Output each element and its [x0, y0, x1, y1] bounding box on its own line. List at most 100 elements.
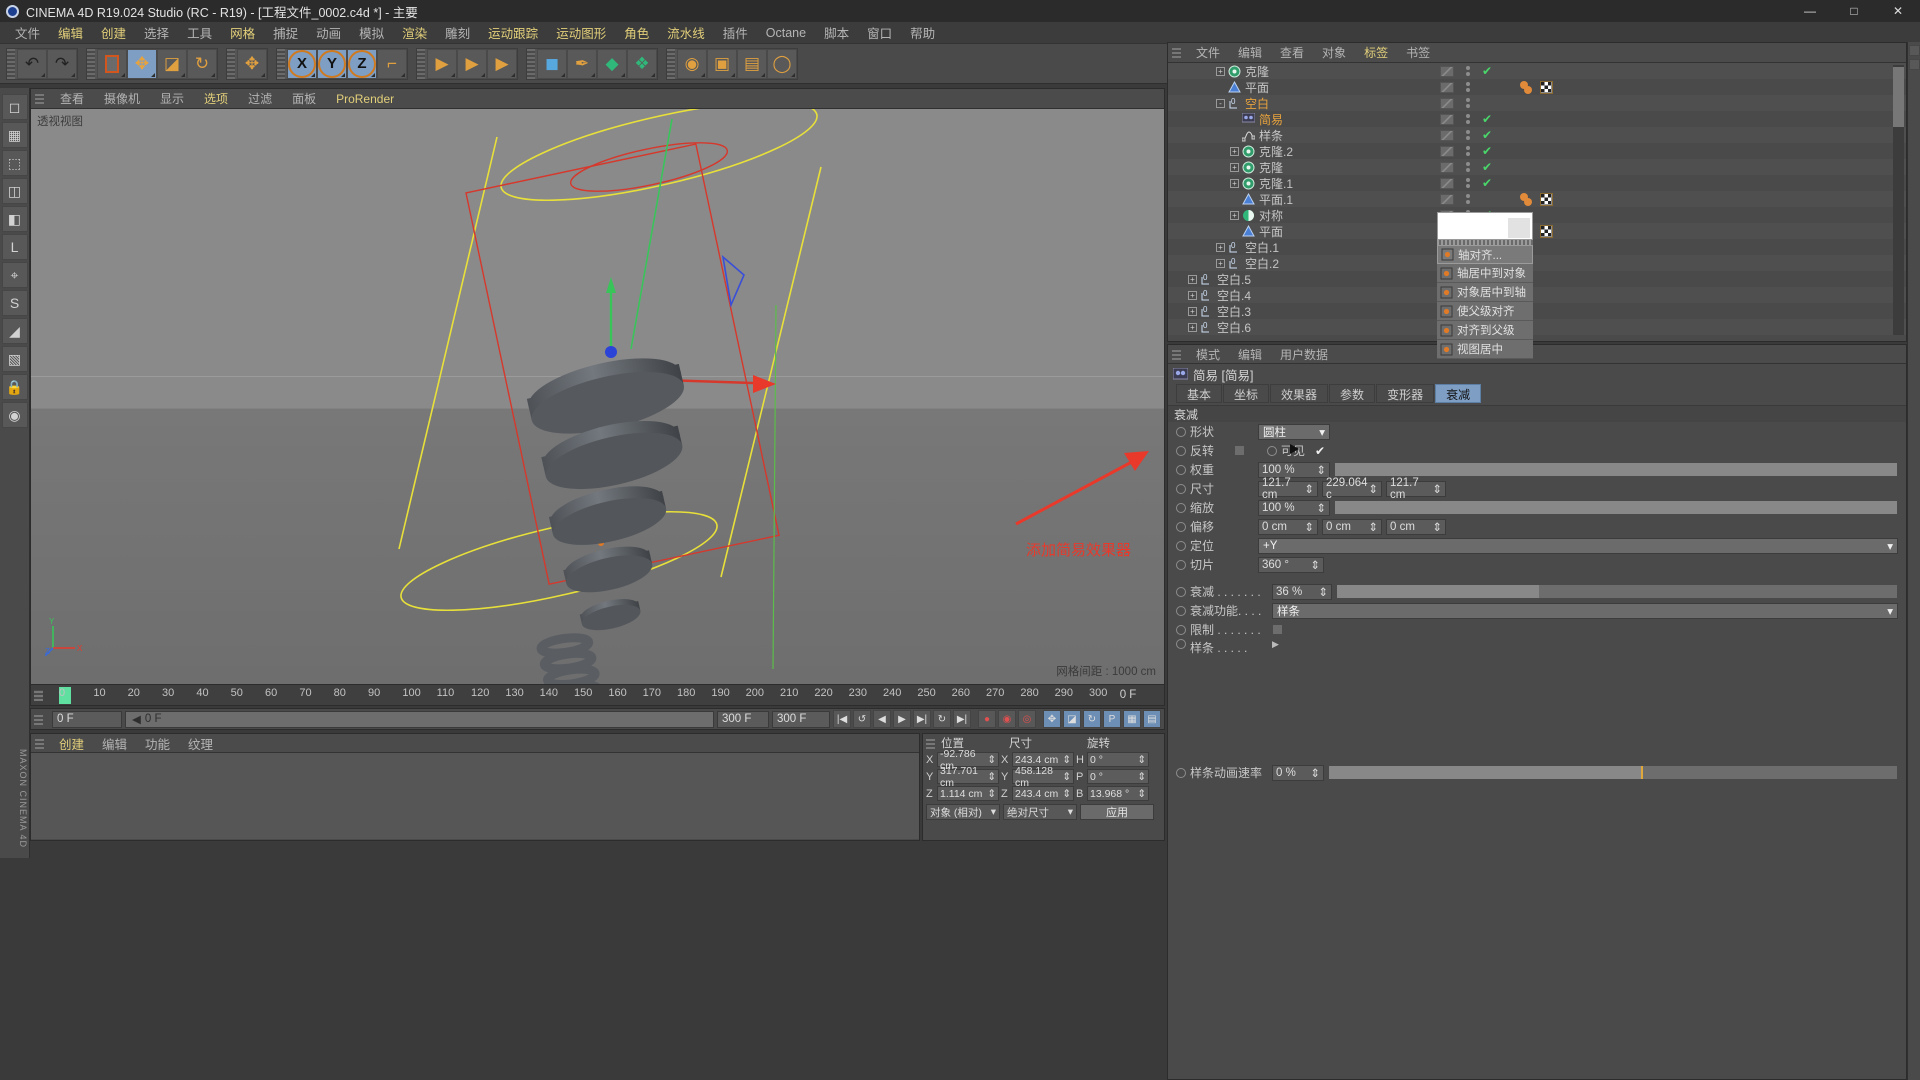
model-mode-icon[interactable]: ◻: [1, 94, 28, 120]
object-row[interactable]: +0 空白.3: [1168, 303, 1906, 319]
object-row[interactable]: + 克隆.2 ✔: [1168, 143, 1906, 159]
viewport-menu-2[interactable]: 显示: [150, 89, 194, 108]
expand-toggle-icon[interactable]: +: [1230, 210, 1239, 220]
attribute-tab-0[interactable]: 基本: [1176, 384, 1223, 403]
rotation-h-field[interactable]: 0 ° ⇕: [1087, 752, 1149, 767]
flyout-corner-icon[interactable]: [701, 72, 705, 77]
object-row[interactable]: 平面.1: [1168, 191, 1906, 207]
context-item-axis-align[interactable]: 轴对齐...: [1437, 245, 1533, 264]
flyout-corner-icon[interactable]: [561, 72, 565, 77]
viewport-solo-icon[interactable]: ▧: [1, 346, 28, 372]
object-manager-grip[interactable]: [1172, 47, 1181, 58]
x-axis-icon[interactable]: X: [287, 48, 317, 79]
z-axis-icon[interactable]: Z: [347, 48, 377, 79]
expand-toggle-icon[interactable]: +: [1230, 162, 1239, 172]
viewport-menu-6[interactable]: ProRender: [326, 91, 404, 107]
context-item-view-center[interactable]: 视图居中: [1437, 340, 1533, 359]
menu-item-14[interactable]: 流水线: [658, 21, 714, 44]
flyout-corner-icon[interactable]: [511, 72, 515, 77]
stepper-icon[interactable]: ⇕: [1368, 520, 1378, 534]
size-radio[interactable]: [1176, 483, 1186, 494]
object-layer-swatch[interactable]: [1440, 97, 1454, 109]
object-row[interactable]: +对称✔: [1168, 207, 1906, 223]
undo-icon[interactable]: ↶: [17, 48, 47, 79]
object-tags[interactable]: [1520, 80, 1553, 94]
flyout-corner-icon[interactable]: [121, 72, 125, 77]
weight-slider[interactable]: [1334, 462, 1898, 477]
timeline-ticks[interactable]: 0 10 20 30 40 50 60 70 80 90 100 110 120 130 140 150 160…: [49, 685, 1107, 705]
pla-key-icon[interactable]: ▦: [1123, 710, 1141, 728]
expand-toggle-icon[interactable]: +: [1188, 322, 1197, 332]
expand-toggle-icon[interactable]: +: [1230, 146, 1239, 156]
orientation-dropdown[interactable]: +Y ▾: [1258, 537, 1898, 554]
layer-manager-icon[interactable]: [1908, 45, 1920, 56]
object-row[interactable]: 简易 ✔: [1168, 111, 1906, 127]
close-button[interactable]: ✕: [1876, 0, 1920, 22]
flyout-corner-icon[interactable]: [371, 72, 375, 77]
expand-arrow-icon[interactable]: ▶: [1272, 639, 1279, 650]
flyout-corner-icon[interactable]: [261, 72, 265, 77]
visibility-icon[interactable]: ◉: [1, 402, 28, 428]
menu-item-8[interactable]: 模拟: [350, 21, 393, 44]
menu-item-4[interactable]: 工具: [178, 21, 221, 44]
object-layer-swatch[interactable]: [1440, 193, 1454, 205]
key-selection-icon[interactable]: ◎: [1018, 710, 1036, 728]
scale-key-icon[interactable]: ◪: [1063, 710, 1081, 728]
flyout-corner-icon[interactable]: [451, 72, 455, 77]
shape-dropdown[interactable]: 圆柱 ▾: [1258, 423, 1330, 440]
menu-item-16[interactable]: Octane: [757, 24, 815, 42]
size-y-field[interactable]: 229.064 c ⇕: [1322, 477, 1382, 501]
menu-item-0[interactable]: 文件: [6, 21, 49, 44]
object-row[interactable]: + 克隆 ✔: [1168, 159, 1906, 175]
enable-check-icon[interactable]: ✔: [1482, 176, 1492, 190]
stepper-icon[interactable]: ⇕: [1316, 501, 1326, 515]
size-mode-dropdown[interactable]: 绝对尺寸 ▾: [1003, 804, 1077, 820]
material-menu-0[interactable]: 创建: [50, 732, 93, 755]
stepper-icon[interactable]: ⇕: [1310, 558, 1320, 572]
flyout-corner-icon[interactable]: [71, 72, 75, 77]
toolbar-grip[interactable]: [667, 48, 675, 79]
flyout-corner-icon[interactable]: [211, 72, 215, 77]
scale-field[interactable]: 100 % ⇕: [1258, 499, 1330, 516]
flyout-corner-icon[interactable]: [761, 72, 765, 77]
context-item-align-to-parent[interactable]: 对齐到父级: [1437, 321, 1533, 340]
context-item-object-center-to-axis[interactable]: 对象居中到轴: [1437, 283, 1533, 302]
menu-item-9[interactable]: 渲染: [393, 21, 436, 44]
toolbar-grip[interactable]: [227, 48, 235, 79]
attribute-tab-3[interactable]: 参数: [1329, 384, 1376, 403]
visibility-dots[interactable]: [1463, 81, 1473, 94]
points-mode-icon[interactable]: ⬚: [1, 150, 28, 176]
menu-item-7[interactable]: 动画: [307, 21, 350, 44]
object-menu-1[interactable]: 编辑: [1229, 43, 1271, 62]
attribute-manager-grip[interactable]: [1172, 348, 1181, 360]
menu-item-12[interactable]: 运动图形: [547, 21, 615, 44]
flyout-corner-icon[interactable]: [791, 72, 795, 77]
maximize-button[interactable]: □: [1832, 0, 1876, 22]
object-menu-2[interactable]: 查看: [1271, 43, 1313, 62]
live-selection-icon[interactable]: [97, 48, 127, 79]
coordinate-manager-grip[interactable]: [926, 737, 935, 749]
viewport-menu-3[interactable]: 选项: [194, 89, 238, 108]
step-forward-icon[interactable]: ▶|: [913, 710, 931, 728]
structure-manager-icon[interactable]: [1908, 59, 1920, 70]
falloff-field[interactable]: 36 % ⇕: [1272, 583, 1332, 600]
menu-item-1[interactable]: 编辑: [49, 21, 92, 44]
position-y-field[interactable]: 317.701 cm ⇕: [937, 765, 999, 789]
viewport-menu-1[interactable]: 摄像机: [94, 89, 150, 108]
menu-item-18[interactable]: 窗口: [858, 21, 901, 44]
enable-check-icon[interactable]: ✔: [1482, 112, 1492, 126]
scale-icon[interactable]: ◪: [157, 48, 187, 79]
stepper-icon[interactable]: ⇕: [1062, 754, 1071, 766]
stepper-icon[interactable]: ⇕: [1432, 482, 1442, 496]
attribute-tab-5[interactable]: 衰减: [1435, 384, 1482, 403]
flyout-corner-icon[interactable]: [311, 72, 315, 77]
visibility-dots[interactable]: [1463, 97, 1473, 110]
flyout-corner-icon[interactable]: [731, 72, 735, 77]
step-back-icon[interactable]: ◀: [873, 710, 891, 728]
toolbar-grip[interactable]: [7, 48, 15, 79]
viewport-menu-5[interactable]: 面板: [282, 89, 326, 108]
offset-z-field[interactable]: 0 cm ⇕: [1386, 518, 1446, 535]
timeline-grip[interactable]: [34, 689, 43, 701]
viewport-canvas[interactable]: 透视视图 ✥ ↕ ↻ ▢: [31, 109, 1164, 684]
camera-icon[interactable]: ▤: [737, 48, 767, 79]
